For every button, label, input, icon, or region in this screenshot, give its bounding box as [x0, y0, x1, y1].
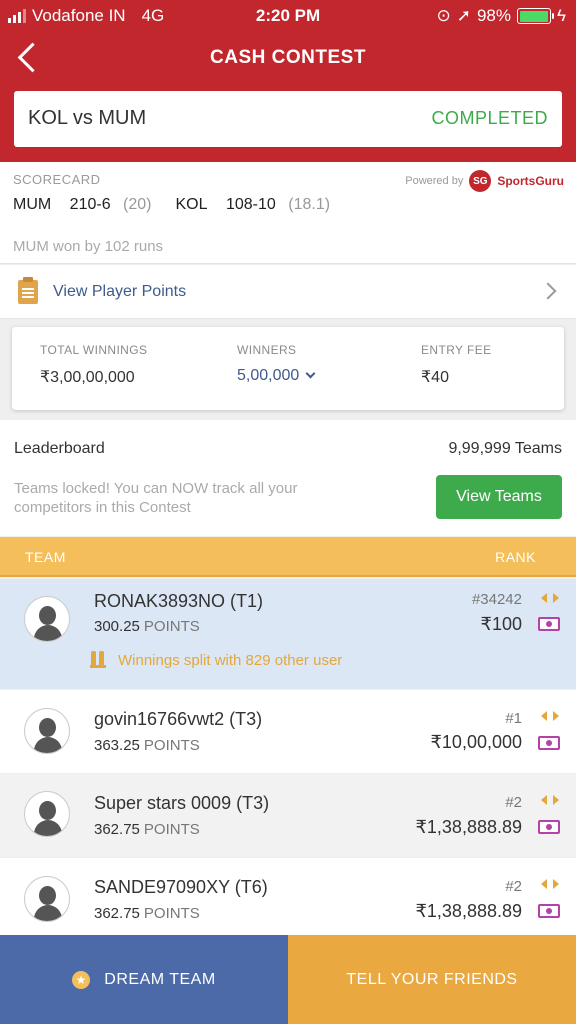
- winners-dropdown[interactable]: 5,00,000: [237, 367, 316, 385]
- provider-name: SportsGuru: [497, 174, 564, 188]
- table-header: TEAM RANK: [0, 537, 576, 577]
- star-icon: ★: [72, 970, 91, 989]
- match-box: KOL vs MUM COMPLETED: [14, 91, 562, 147]
- points-value: 363.25: [94, 737, 140, 754]
- view-player-points-row[interactable]: View Player Points: [0, 265, 576, 319]
- status-right: ⊙ ➚ 98% ϟ: [436, 6, 566, 26]
- team-rank: #34242: [471, 591, 522, 608]
- team-name: Super stars 0009 (T3): [94, 793, 270, 813]
- total-winnings-value: ₹3,00,00,000: [40, 369, 135, 386]
- dream-team-label: DREAM TEAM: [104, 970, 216, 988]
- rank-change-icon: [541, 879, 559, 889]
- header: Vodafone IN 4G 2:20 PM ⊙ ➚ 98% ϟ CASH CO…: [0, 0, 576, 162]
- dream-team-button[interactable]: ★ DREAM TEAM: [0, 935, 288, 1024]
- table-row[interactable]: RONAK3893NO (T1) 300.25 POINTS #34242 ₹10…: [0, 579, 576, 689]
- team-name: govin16766vwt2 (T3): [94, 709, 263, 729]
- teams-locked-note: Teams locked! You can NOW track all your…: [14, 480, 298, 516]
- chevron-down-icon: [305, 368, 316, 379]
- scores: MUM 210-6 (20) KOL 108-10 (18.1): [13, 196, 330, 214]
- rotation-lock-icon: ⊙: [436, 6, 451, 25]
- tell-your-friends-button[interactable]: TELL YOUR FRIENDS: [288, 935, 576, 1024]
- rank-change-icon: [541, 593, 559, 603]
- bottom-action-bar: ★ DREAM TEAM TELL YOUR FRIENDS: [0, 935, 576, 1024]
- view-teams-button[interactable]: View Teams: [436, 475, 562, 519]
- team-winnings: ₹100: [480, 614, 522, 634]
- team-points: 362.75 POINTS: [94, 821, 200, 838]
- scorecard-label: SCORECARD: [13, 172, 101, 187]
- team-rank: #2: [505, 878, 522, 895]
- points-suffix: POINTS: [143, 821, 200, 838]
- winnings-split-note: Winnings split with 829 other user: [118, 652, 343, 669]
- team-points: 362.75 POINTS: [94, 905, 200, 922]
- entry-fee-stat: ENTRY FEE ₹40: [421, 343, 492, 387]
- cash-icon: [538, 904, 560, 918]
- winners-stat[interactable]: WINNERS 5,00,000: [237, 343, 316, 385]
- powered-by-label: Powered by: [405, 175, 464, 187]
- avatar: [24, 791, 70, 837]
- team-rank: #2: [505, 794, 522, 811]
- location-icon: ➚: [456, 6, 471, 25]
- table-row[interactable]: Super stars 0009 (T3) 362.75 POINTS #2 ₹1…: [0, 774, 576, 857]
- winners-label: WINNERS: [237, 343, 297, 357]
- team-name: SANDE97090XY (T6): [94, 877, 268, 897]
- team-name: MUM: [13, 196, 52, 213]
- total-winnings-label: TOTAL WINNINGS: [40, 343, 148, 357]
- leaderboard-title: Leaderboard: [14, 440, 105, 457]
- rank-change-icon: [541, 795, 559, 805]
- team-winnings: ₹1,38,888.89: [415, 901, 522, 921]
- avatar: [24, 876, 70, 922]
- entry-fee-label: ENTRY FEE: [421, 343, 492, 357]
- split-icon: [90, 651, 106, 669]
- team-rank: #1: [505, 710, 522, 727]
- powered-by: Powered by SG SportsGuru: [405, 170, 564, 192]
- view-player-points-label: View Player Points: [53, 283, 187, 300]
- sportsguru-logo: SG: [469, 170, 492, 192]
- contest-stats-card: TOTAL WINNINGS ₹3,00,00,000 WINNERS 5,00…: [12, 327, 564, 410]
- status-bar: Vodafone IN 4G 2:20 PM ⊙ ➚ 98% ϟ: [0, 0, 576, 32]
- cash-icon: [538, 736, 560, 750]
- team-name: KOL: [175, 196, 208, 213]
- team-score: MUM 210-6 (20): [13, 196, 152, 214]
- table-row[interactable]: SANDE97090XY (T6) 362.75 POINTS #2 ₹1,38,…: [0, 858, 576, 935]
- points-suffix: POINTS: [143, 737, 200, 754]
- page-title: CASH CONTEST: [210, 47, 366, 68]
- chevron-right-icon: [539, 282, 557, 300]
- points-suffix: POINTS: [143, 618, 200, 635]
- match-result: MUM won by 102 runs: [13, 238, 164, 255]
- charging-icon: ϟ: [557, 6, 566, 25]
- match-status-badge: COMPLETED: [431, 108, 548, 128]
- entry-fee-value: ₹40: [421, 369, 449, 386]
- points-value: 300.25: [94, 618, 140, 635]
- team-winnings: ₹10,00,000: [430, 732, 522, 752]
- team-points: 300.25 POINTS: [94, 618, 200, 635]
- team-runs: 210-6: [69, 196, 111, 213]
- rank-change-icon: [541, 711, 559, 721]
- team-overs: (20): [123, 196, 152, 213]
- winners-value: 5,00,000: [237, 367, 300, 384]
- leaderboard-section: Leaderboard 9,99,999 Teams Teams locked!…: [0, 420, 576, 536]
- team-column-header: TEAM: [25, 549, 66, 565]
- cash-icon: [538, 617, 560, 631]
- table-row[interactable]: govin16766vwt2 (T3) 363.25 POINTS #1 ₹10,…: [0, 690, 576, 773]
- battery-percent: 98%: [476, 6, 511, 25]
- team-winnings: ₹1,38,888.89: [415, 817, 522, 837]
- team-count: 9,99,999 Teams: [448, 440, 562, 457]
- points-suffix: POINTS: [143, 905, 200, 922]
- team-runs: 108-10: [225, 196, 276, 213]
- team-name: RONAK3893NO (T1): [94, 591, 264, 611]
- team-score: KOL 108-10 (18.1): [176, 196, 331, 214]
- cash-icon: [538, 820, 560, 834]
- rank-column-header: RANK: [495, 549, 536, 565]
- points-value: 362.75: [94, 821, 140, 838]
- avatar: [24, 708, 70, 754]
- team-overs: (18.1): [288, 196, 331, 213]
- match-name: KOL vs MUM: [28, 107, 147, 129]
- battery-icon: [517, 8, 554, 24]
- scorecard: SCORECARD Powered by SG SportsGuru MUM 2…: [0, 162, 576, 264]
- total-winnings-stat: TOTAL WINNINGS ₹3,00,00,000: [40, 343, 147, 387]
- points-value: 362.75: [94, 905, 140, 922]
- clipboard-icon: [18, 277, 38, 304]
- team-points: 363.25 POINTS: [94, 737, 200, 754]
- avatar: [24, 596, 70, 642]
